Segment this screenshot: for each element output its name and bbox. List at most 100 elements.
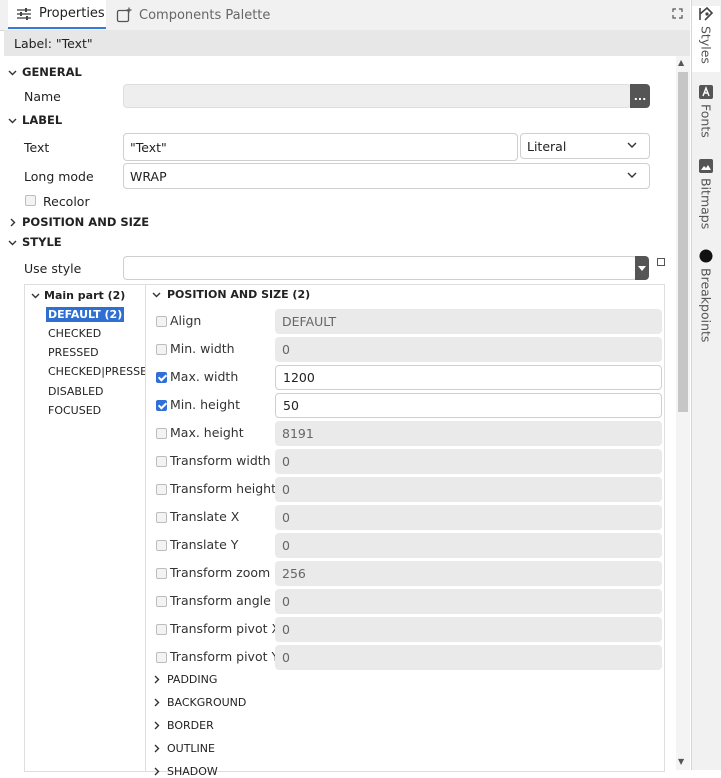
side-tab-breakpoints[interactable]: Breakpoints	[692, 248, 720, 348]
use-style-label: Use style	[24, 261, 82, 276]
prop-value-input[interactable]: DEFAULT	[275, 309, 662, 334]
prop-label: Max. height	[170, 425, 244, 440]
vertical-scrollbar[interactable]: ▲ ▼	[676, 56, 690, 770]
scrollbar-thumb[interactable]	[678, 72, 688, 412]
section-style[interactable]: STYLE	[8, 235, 62, 249]
props-subsection[interactable]: SHADOW	[152, 765, 218, 778]
styles-icon	[699, 6, 714, 21]
fonts-icon	[699, 85, 713, 99]
text-input[interactable]: "Text"	[123, 133, 518, 161]
prop-value-input[interactable]: 50	[275, 393, 662, 418]
scroll-down-arrow-icon[interactable]: ▼	[678, 757, 684, 766]
prop-checkbox[interactable]	[156, 596, 167, 607]
props-subsection[interactable]: OUTLINE	[152, 742, 215, 755]
chevron-right-icon	[154, 721, 160, 730]
prop-label: Transform pivot Y	[170, 649, 280, 664]
selected-widget-label: Label: "Text"	[14, 35, 93, 51]
prop-value-input[interactable]: 0	[275, 617, 662, 642]
tab-components-palette[interactable]: Components Palette	[116, 0, 270, 30]
name-ellipsis-button[interactable]: ...	[630, 84, 650, 108]
prop-value-input[interactable]: 0	[275, 477, 662, 502]
use-style-dropdown-button[interactable]	[635, 256, 649, 280]
prop-label: Transform angle	[170, 593, 271, 608]
prop-checkbox[interactable]	[156, 400, 167, 411]
tree-item-checked-pressed[interactable]: CHECKED|PRESSED	[48, 365, 156, 378]
props-header-title: POSITION AND SIZE (2)	[167, 288, 311, 301]
chevron-down-icon	[31, 293, 40, 299]
tab-properties-label: Properties	[39, 6, 105, 21]
section-position-and-size[interactable]: POSITION AND SIZE	[8, 215, 149, 229]
section-general-title: GENERAL	[22, 65, 82, 79]
prop-value-input[interactable]: 0	[275, 645, 662, 670]
prop-checkbox[interactable]	[156, 512, 167, 523]
section-style-title: STYLE	[22, 235, 62, 249]
props-subsection[interactable]: BACKGROUND	[152, 696, 246, 709]
scroll-up-arrow-icon[interactable]: ▲	[678, 58, 684, 67]
style-state-tree: Main part (2) DEFAULT (2) CHECKED PRESSE…	[24, 284, 156, 772]
name-input[interactable]	[123, 84, 631, 108]
section-position-and-size-title: POSITION AND SIZE	[22, 215, 150, 229]
prop-checkbox[interactable]	[156, 372, 167, 383]
side-tab-bitmaps[interactable]: Bitmaps	[692, 158, 720, 234]
prop-value-input[interactable]: 0	[275, 589, 662, 614]
chevron-right-icon	[154, 698, 160, 707]
side-tab-fonts[interactable]: Fonts	[692, 84, 720, 146]
long-mode-select[interactable]: WRAP	[123, 163, 650, 189]
prop-value-input[interactable]: 0	[275, 337, 662, 362]
prop-label: Min. height	[170, 397, 240, 412]
prop-checkbox[interactable]	[156, 540, 167, 551]
prop-checkbox[interactable]	[156, 624, 167, 635]
props-subsection[interactable]: PADDING	[152, 673, 217, 686]
tree-item-disabled[interactable]: DISABLED	[48, 385, 104, 398]
tree-item-focused[interactable]: FOCUSED	[48, 404, 101, 417]
chevron-right-icon	[10, 218, 16, 226]
prop-value-input[interactable]: 0	[275, 533, 662, 558]
props-subsection-label: PADDING	[167, 673, 218, 686]
section-label[interactable]: LABEL	[8, 113, 62, 127]
use-style-select[interactable]	[123, 256, 637, 280]
props-subsection-label: BACKGROUND	[167, 696, 247, 709]
chevron-down-icon	[627, 142, 637, 148]
prop-checkbox[interactable]	[156, 568, 167, 579]
prop-checkbox[interactable]	[156, 316, 167, 327]
prop-label: Translate X	[170, 509, 240, 524]
prop-label: Transform height	[170, 481, 276, 496]
prop-label: Translate Y	[170, 537, 239, 552]
prop-checkbox[interactable]	[156, 456, 167, 467]
long-mode-value: WRAP	[130, 168, 167, 184]
side-tab-styles[interactable]: Styles	[692, 6, 720, 72]
prop-checkbox[interactable]	[156, 428, 167, 439]
long-mode-label: Long mode	[24, 169, 94, 184]
tree-item-pressed[interactable]: PRESSED	[48, 346, 99, 359]
prop-value-input[interactable]: 8191	[275, 421, 662, 446]
chevron-down-icon	[8, 70, 17, 75]
prop-value-input[interactable]: 0	[275, 449, 662, 474]
prop-checkbox[interactable]	[156, 344, 167, 355]
text-mode-select[interactable]: Literal	[520, 133, 650, 159]
chevron-down-icon	[8, 118, 17, 123]
selected-widget-bar: Label: "Text"	[4, 30, 690, 56]
prop-checkbox[interactable]	[156, 652, 167, 663]
prop-value-input[interactable]: 256	[275, 561, 662, 586]
chevron-right-icon	[154, 767, 160, 776]
side-tab-bitmaps-label: Bitmaps	[698, 178, 714, 230]
tree-main-part[interactable]: Main part (2)	[31, 289, 125, 302]
tree-item-checked[interactable]: CHECKED	[48, 327, 101, 340]
caret-down-icon	[638, 265, 646, 271]
prop-value-input[interactable]: 1200	[275, 365, 662, 390]
prop-checkbox[interactable]	[156, 484, 167, 495]
tab-properties[interactable]: Properties	[8, 0, 106, 29]
recolor-checkbox[interactable]	[25, 195, 36, 206]
style-options-square-icon[interactable]	[657, 258, 665, 266]
tree-item-default[interactable]: DEFAULT (2)	[46, 307, 125, 322]
props-subsection-label: BORDER	[167, 719, 214, 732]
prop-value-input[interactable]: 0	[275, 505, 662, 530]
prop-label: Transform pivot X	[170, 621, 281, 636]
text-mode-value: Literal	[527, 138, 567, 154]
props-subsection[interactable]: BORDER	[152, 719, 214, 732]
section-label-title: LABEL	[22, 113, 63, 127]
props-position-and-size-header[interactable]: POSITION AND SIZE (2)	[152, 288, 310, 301]
text-label: Text	[24, 140, 50, 155]
maximize-icon[interactable]	[672, 8, 683, 19]
section-general[interactable]: GENERAL	[8, 65, 82, 79]
